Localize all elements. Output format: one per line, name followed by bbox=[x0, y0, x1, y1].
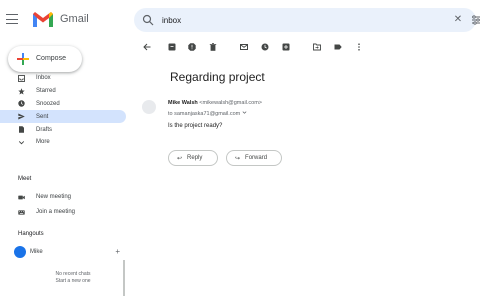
join-meeting-label: Join a meeting bbox=[36, 209, 76, 215]
clock-icon bbox=[18, 100, 25, 108]
main-menu-button[interactable] bbox=[4, 12, 20, 26]
compose-label: Compose bbox=[36, 55, 66, 62]
archive-icon bbox=[168, 43, 176, 51]
more-icon bbox=[358, 43, 360, 51]
keyboard-icon bbox=[18, 209, 25, 215]
back-button[interactable] bbox=[142, 42, 152, 52]
close-icon[interactable]: ✕ bbox=[452, 14, 464, 26]
add-chat-icon[interactable]: + bbox=[115, 248, 120, 256]
archive-button[interactable] bbox=[167, 42, 177, 52]
sidebar-item-label: More bbox=[36, 139, 50, 146]
hangouts-start-link[interactable]: Start a new one bbox=[38, 278, 108, 285]
hangouts-empty-message: No recent chats Start a new one bbox=[38, 271, 108, 285]
snooze-button[interactable] bbox=[260, 42, 270, 52]
more-options-button[interactable] bbox=[354, 42, 364, 52]
video-icon bbox=[18, 195, 25, 199]
reply-label: Reply bbox=[187, 155, 203, 161]
sidebar-item-label: Starred bbox=[36, 88, 56, 95]
sidebar-item-snoozed[interactable]: Snoozed bbox=[0, 98, 126, 111]
hangouts-section-title: Hangouts bbox=[18, 231, 44, 237]
back-icon bbox=[143, 43, 151, 51]
report-spam-button[interactable] bbox=[187, 42, 197, 52]
sender-line: Mike Walsh <mikewalsh@gmail.com> bbox=[168, 100, 262, 106]
forward-button[interactable]: ↪ Forward bbox=[226, 150, 282, 166]
labels-button[interactable] bbox=[333, 42, 343, 52]
add-task-icon bbox=[282, 43, 290, 51]
search-input[interactable] bbox=[162, 13, 422, 27]
hangouts-user-name: Mike bbox=[30, 249, 43, 255]
delete-button[interactable] bbox=[208, 42, 218, 52]
forward-icon: ↪ bbox=[235, 155, 241, 162]
new-meeting-label: New meeting bbox=[36, 194, 72, 200]
add-task-button[interactable] bbox=[281, 42, 291, 52]
sender-name[interactable]: Mike Walsh bbox=[168, 100, 198, 106]
move-to-button[interactable] bbox=[312, 42, 322, 52]
top-bar: Gmail ✕ bbox=[0, 0, 486, 40]
hangouts-user[interactable]: Mike + bbox=[14, 245, 124, 259]
recipient-line[interactable]: to samanjaska71@gmail.com bbox=[168, 110, 247, 117]
sidebar-item-drafts[interactable]: Drafts bbox=[0, 123, 126, 136]
meet-section-title: Meet bbox=[18, 176, 32, 182]
app-name: Gmail bbox=[60, 13, 89, 25]
reply-button[interactable]: ↩ Reply bbox=[168, 150, 218, 166]
hangouts-empty-line: No recent chats bbox=[55, 271, 91, 277]
sender-avatar[interactable] bbox=[142, 100, 156, 114]
move-to-icon bbox=[313, 43, 321, 51]
sidebar-item-starred[interactable]: Starred bbox=[0, 85, 126, 98]
send-icon bbox=[18, 113, 25, 120]
sidebar-scrollbar[interactable] bbox=[123, 260, 125, 296]
sidebar-item-more[interactable]: More bbox=[0, 136, 126, 149]
sidebar-nav: Inbox Starred Snoozed Sent Drafts More bbox=[0, 72, 126, 149]
search-icon[interactable] bbox=[142, 14, 154, 26]
search-bar: ✕ bbox=[134, 8, 480, 32]
new-meeting-item[interactable]: New meeting bbox=[18, 191, 71, 203]
sidebar-item-label: Snoozed bbox=[36, 100, 60, 107]
mark-unread-button[interactable] bbox=[239, 42, 249, 52]
gmail-logo[interactable] bbox=[32, 10, 54, 28]
menu-line bbox=[6, 14, 18, 15]
message-toolbar bbox=[140, 40, 380, 54]
menu-line bbox=[6, 23, 18, 24]
sidebar-item-inbox[interactable]: Inbox bbox=[0, 72, 126, 85]
join-meeting-item[interactable]: Join a meeting bbox=[18, 206, 75, 218]
sidebar-item-label: Inbox bbox=[36, 75, 51, 82]
mark-unread-icon bbox=[240, 44, 248, 50]
sidebar-item-sent[interactable]: Sent bbox=[0, 110, 126, 124]
email-subject: Regarding project bbox=[170, 70, 265, 84]
star-icon bbox=[18, 87, 25, 95]
reply-icon: ↩ bbox=[177, 155, 183, 162]
chevron-down-icon bbox=[242, 111, 247, 114]
recipient-text: to samanjaska71@gmail.com bbox=[168, 111, 241, 117]
report-spam-icon bbox=[188, 43, 196, 51]
compose-button[interactable]: Compose bbox=[8, 46, 82, 72]
avatar bbox=[14, 246, 26, 258]
sender-email: <mikewalsh@gmail.com> bbox=[199, 100, 263, 106]
forward-label: Forward bbox=[245, 155, 268, 161]
draft-icon bbox=[19, 126, 24, 133]
chevron-down-icon bbox=[18, 140, 25, 145]
search-options-icon[interactable] bbox=[470, 14, 482, 26]
menu-line bbox=[6, 18, 18, 20]
sidebar-item-label: Sent bbox=[36, 113, 49, 120]
snooze-icon bbox=[261, 43, 269, 51]
plus-icon bbox=[17, 53, 29, 65]
inbox-icon bbox=[18, 74, 25, 82]
labels-icon bbox=[334, 44, 342, 50]
delete-icon bbox=[209, 43, 217, 51]
email-body: Is the project ready? bbox=[168, 123, 223, 129]
sidebar-item-label: Drafts bbox=[36, 126, 53, 133]
